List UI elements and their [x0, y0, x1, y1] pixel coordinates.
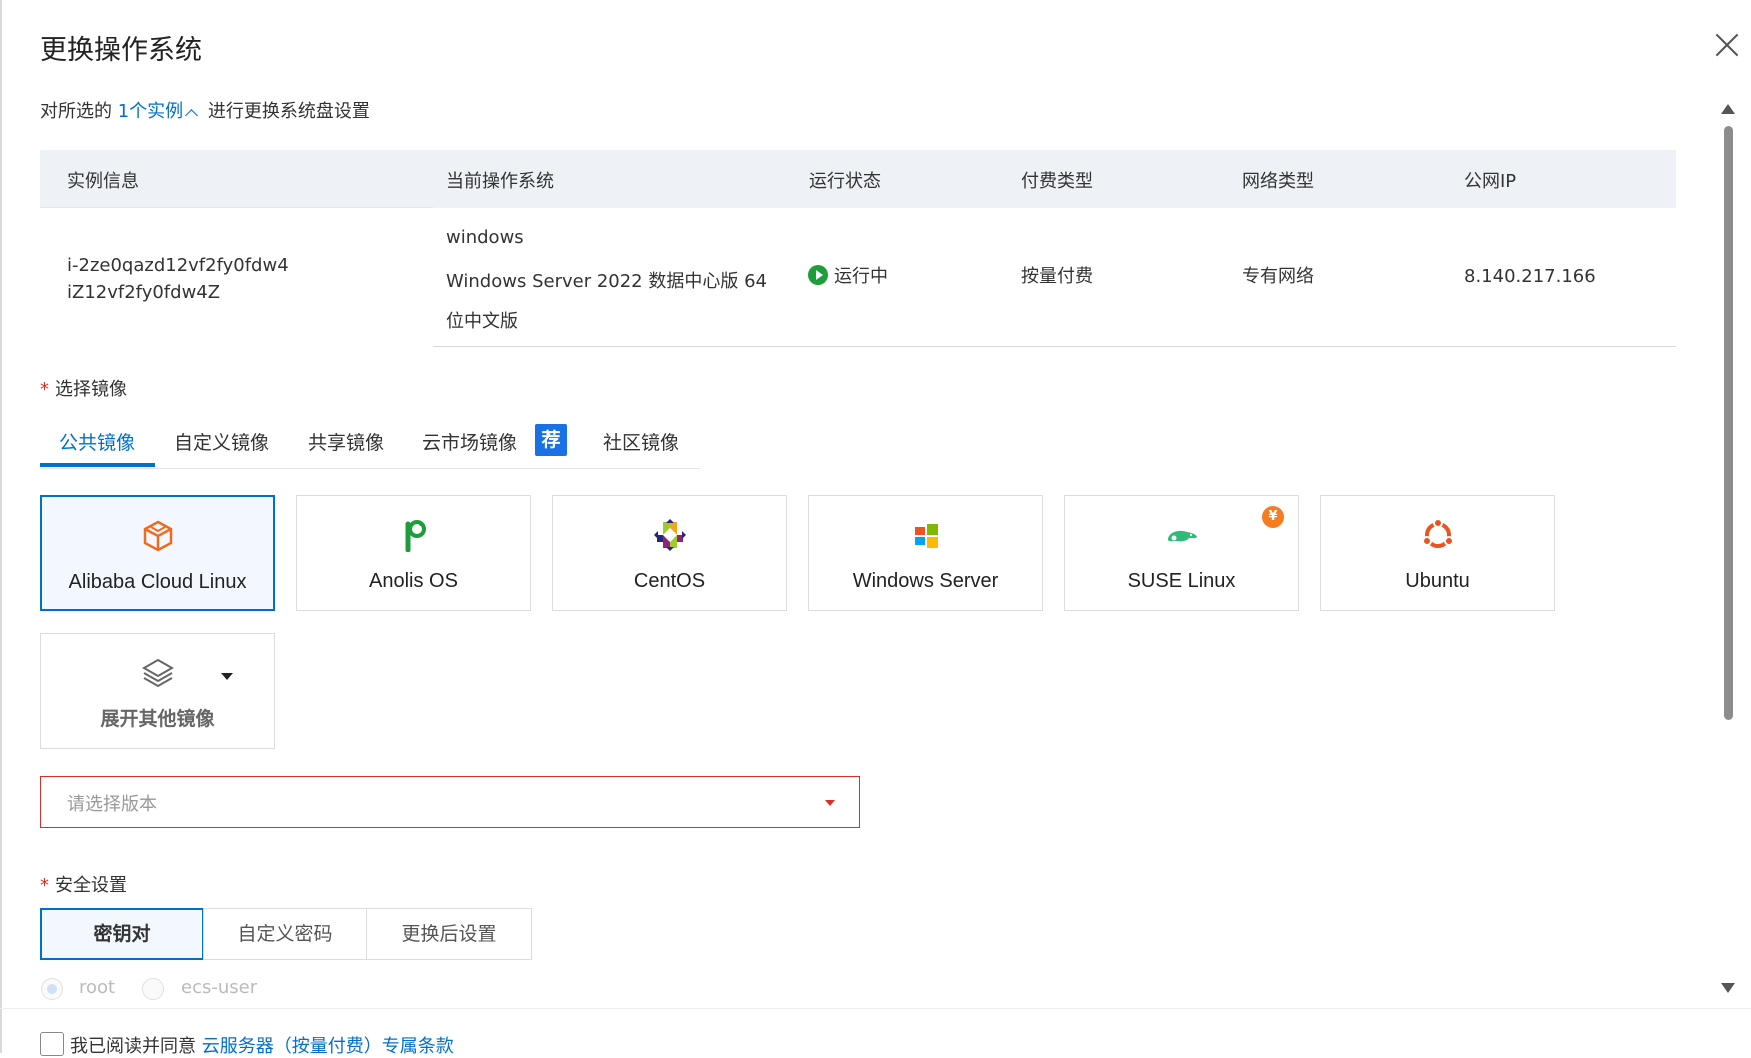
centos-icon: [653, 519, 686, 551]
login-user-ecs-user-label: ecs-user: [181, 977, 258, 998]
recommend-badge: 荐: [535, 424, 567, 456]
terms-link[interactable]: 云服务器（按量付费）专属条款: [202, 1036, 454, 1057]
tab-community-image[interactable]: 社区镜像: [603, 428, 679, 455]
dialog-left-edge: [0, 0, 2, 1053]
status-cell: 运行中: [808, 263, 888, 290]
header-network: 网络类型: [1242, 171, 1314, 192]
required-mark: *: [40, 379, 49, 400]
image-card-windows-server[interactable]: Windows Server: [808, 495, 1043, 611]
agree-terms-checkbox[interactable]: [40, 1032, 64, 1056]
version-select-placeholder: 请选择版本: [67, 794, 157, 815]
network-type: 专有网络: [1242, 266, 1314, 287]
running-status-icon: [808, 265, 828, 285]
ubuntu-icon: [1421, 518, 1454, 548]
security-section-label: * 安全设置: [40, 871, 127, 897]
image-label-text: 选择镜像: [55, 379, 127, 400]
os-family: windows: [446, 227, 524, 248]
expand-other-images-card[interactable]: 展开其他镜像: [40, 633, 275, 749]
windows-icon: [914, 524, 938, 548]
image-card-suse-linux[interactable]: ¥ SUSE Linux: [1064, 495, 1299, 611]
billing-type: 按量付费: [1021, 266, 1093, 287]
alibaba-cloud-linux-icon: [143, 520, 172, 552]
layers-icon: [141, 658, 175, 688]
image-card-label: Alibaba Cloud Linux: [68, 571, 247, 593]
image-type-tabs: 公共镜像 自定义镜像 共享镜像 云市场镜像 社区镜像: [40, 418, 700, 469]
login-user-root-label: root: [79, 977, 116, 998]
version-select[interactable]: 请选择版本: [40, 776, 860, 828]
chevron-up-icon[interactable]: [185, 109, 199, 122]
tab-marketplace-image[interactable]: 云市场镜像: [422, 428, 517, 455]
login-user-root-radio[interactable]: [41, 978, 63, 1000]
paid-image-badge: ¥: [1262, 506, 1284, 528]
agree-prefix: 我已阅读并同意: [70, 1036, 196, 1057]
header-billing: 付费类型: [1021, 171, 1093, 192]
active-tab-indicator: [40, 463, 155, 467]
image-card-label: Windows Server: [852, 570, 999, 592]
required-mark: *: [40, 875, 49, 896]
close-icon[interactable]: [1712, 30, 1742, 60]
option-custom-password[interactable]: 自定义密码: [203, 908, 367, 960]
image-card-label: SUSE Linux: [1127, 570, 1236, 592]
footer-divider: [0, 1008, 1751, 1009]
agree-terms-text: 我已阅读并同意 云服务器（按量付费）专属条款: [70, 1032, 454, 1058]
header-status: 运行状态: [809, 171, 881, 192]
header-current-os: 当前操作系统: [446, 171, 554, 192]
image-section-label: * 选择镜像: [40, 375, 127, 401]
table-divider: [433, 346, 1676, 347]
tab-shared-image[interactable]: 共享镜像: [308, 428, 384, 455]
table-divider: [40, 207, 433, 208]
dropdown-arrow-icon: [221, 673, 233, 680]
scroll-up-arrow-icon[interactable]: [1721, 104, 1735, 114]
status-text: 运行中: [834, 266, 888, 287]
selected-instances-link[interactable]: 1个实例: [118, 101, 183, 122]
option-key-pair[interactable]: 密钥对: [40, 908, 204, 960]
image-card-centos[interactable]: CentOS: [552, 495, 787, 611]
image-card-alibaba-cloud-linux[interactable]: Alibaba Cloud Linux: [40, 495, 275, 611]
anolis-icon: [405, 520, 426, 552]
scrollbar-thumb[interactable]: [1724, 126, 1733, 720]
instance-id: i-2ze0qazd12vf2fy0fdw4: [67, 255, 289, 276]
expand-other-images-label: 展开其他镜像: [100, 708, 215, 730]
selection-summary: 对所选的 1个实例 进行更换系统盘设置: [40, 97, 370, 123]
chevron-down-icon: [825, 800, 835, 806]
public-ip: 8.140.217.166: [1464, 266, 1596, 287]
header-public-ip: 公网IP: [1464, 171, 1517, 192]
image-card-label: Ubuntu: [1405, 570, 1470, 592]
tab-custom-image[interactable]: 自定义镜像: [174, 428, 269, 455]
header-instance-info: 实例信息: [67, 171, 139, 192]
login-user-ecs-user-radio[interactable]: [142, 978, 164, 1000]
image-card-label: Anolis OS: [369, 570, 458, 592]
tab-public-image[interactable]: 公共镜像: [59, 428, 135, 455]
os-name: Windows Server 2022 数据中心版 64位中文版: [446, 271, 767, 332]
suse-icon: [1167, 530, 1197, 542]
option-set-after-change[interactable]: 更换后设置: [366, 908, 532, 960]
subtitle-prefix: 对所选的: [40, 101, 112, 122]
image-card-label: CentOS: [633, 570, 706, 592]
instance-table-header: 实例信息 当前操作系统 运行状态 付费类型 网络类型 公网IP: [40, 150, 1676, 208]
dialog-title: 更换操作系统: [40, 35, 202, 66]
image-card-ubuntu[interactable]: Ubuntu: [1320, 495, 1555, 611]
image-card-anolis-os[interactable]: Anolis OS: [296, 495, 531, 611]
instance-name: iZ12vf2fy0fdw4Z: [67, 282, 221, 303]
subtitle-suffix: 进行更换系统盘设置: [207, 101, 370, 122]
security-label-text: 安全设置: [55, 875, 127, 896]
scroll-down-arrow-icon[interactable]: [1721, 983, 1735, 993]
